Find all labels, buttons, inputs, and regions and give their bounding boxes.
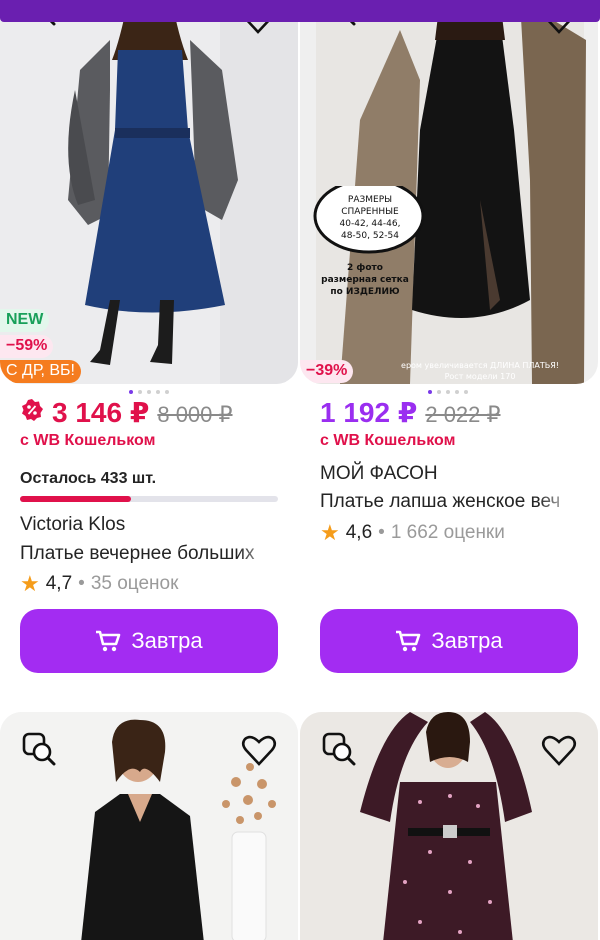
heart-icon[interactable] — [241, 732, 277, 768]
badge-discount: −39% — [300, 360, 354, 383]
star-icon: ★ — [20, 571, 40, 596]
caption-line: 2 фото — [347, 263, 383, 273]
photo-caption: РАЗМЕРЫ СПАРЕННЫЕ 40-42, 44-46, 48-50, 5… — [320, 194, 420, 242]
pagination-dot — [165, 390, 169, 394]
pagination-dot — [129, 390, 133, 394]
pagination-dot — [428, 390, 432, 394]
stock-progress-fill — [20, 496, 131, 502]
brand-name[interactable]: Victoria Klos — [20, 514, 125, 536]
caption-line: 48-50, 52-54 — [340, 231, 400, 241]
product-card[interactable] — [0, 712, 298, 940]
wallet-note: с WB Кошельком — [20, 432, 156, 449]
badge-promo: С ДР, ВБ! — [0, 360, 81, 383]
heart-icon[interactable] — [541, 732, 577, 768]
search-similar-icon[interactable] — [22, 732, 58, 768]
photo-footer: ером увеличивается ДЛИНА ПЛАТЬЯ! Рост мо… — [370, 360, 590, 382]
pagination-dot — [147, 390, 151, 394]
add-to-cart-button[interactable]: Завтра — [320, 609, 578, 673]
pagination-dot — [156, 390, 160, 394]
badge-discount: −59% — [0, 335, 54, 358]
discount-icon — [22, 399, 43, 421]
price: 1 192 ₽ — [320, 397, 418, 428]
price-row: 1 192 ₽ 2 022 ₽ — [320, 396, 501, 429]
price: 3 146 ₽ — [52, 397, 150, 428]
rating: ★ 4,7 • 35 оценок — [20, 571, 178, 597]
image-pagination — [428, 390, 468, 394]
old-price: 2 022 ₽ — [425, 402, 501, 427]
pagination-dot — [437, 390, 441, 394]
product-card[interactable]: РАЗМЕРЫ СПАРЕННЫЕ 40-42, 44-46, 48-50, 5… — [300, 0, 600, 690]
product-name[interactable]: Платье вечернее больших — [20, 543, 278, 565]
add-to-cart-button[interactable]: Завтра — [20, 609, 278, 673]
badge-new: NEW — [0, 309, 50, 332]
price-row: 3 146 ₽ 8 000 ₽ — [20, 396, 233, 429]
cart-label: Завтра — [431, 628, 503, 653]
stock-progress — [20, 496, 278, 502]
caption-line: СПАРЕННЫЕ — [341, 207, 399, 217]
photo-caption-2: 2 фото размерная сетка по ИЗДЕЛИЮ — [316, 262, 414, 298]
cart-label: Завтра — [131, 628, 203, 653]
wallet-note: с WB Кошельком — [320, 432, 456, 449]
caption-line: ером увеличивается ДЛИНА ПЛАТЬЯ! — [401, 361, 559, 370]
rating-separator: • — [78, 573, 85, 594]
caption-line: размерная сетка — [321, 275, 409, 285]
old-price: 8 000 ₽ — [157, 402, 233, 427]
pagination-dot — [446, 390, 450, 394]
search-similar-icon[interactable] — [322, 732, 358, 768]
product-image[interactable] — [0, 712, 298, 940]
product-image[interactable]: NEW −59% С ДР, ВБ! — [0, 0, 298, 384]
rating-separator: • — [378, 522, 385, 543]
caption-line: 40-42, 44-46, — [339, 219, 401, 229]
product-name[interactable]: Платье лапша женское веч — [320, 491, 578, 513]
star-icon: ★ — [320, 520, 340, 545]
pagination-dot — [455, 390, 459, 394]
product-image[interactable] — [300, 712, 598, 940]
rating: ★ 4,6 • 1 662 оценки — [320, 520, 505, 546]
pagination-dot — [138, 390, 142, 394]
product-image[interactable]: РАЗМЕРЫ СПАРЕННЫЕ 40-42, 44-46, 48-50, 5… — [300, 0, 598, 384]
image-pagination — [129, 390, 169, 394]
brand-name[interactable]: МОЙ ФАСОН — [320, 463, 438, 485]
reviews-count[interactable]: 1 662 оценки — [391, 522, 505, 544]
reviews-count[interactable]: 35 оценок — [91, 573, 179, 595]
product-card[interactable]: NEW −59% С ДР, ВБ! 3 146 ₽ 8 000 ₽ с WB … — [0, 0, 298, 690]
caption-line: РАЗМЕРЫ — [347, 195, 393, 205]
rating-value: 4,6 — [345, 522, 373, 543]
stock-left: Осталось 433 шт. — [20, 470, 157, 487]
cart-icon — [396, 630, 421, 652]
caption-line: Рост модели 170 — [444, 372, 516, 381]
cart-icon — [96, 630, 121, 652]
caption-line: по ИЗДЕЛИЮ — [330, 287, 400, 297]
pagination-dot — [464, 390, 468, 394]
top-app-bar — [0, 0, 600, 22]
rating-value: 4,7 — [45, 573, 73, 594]
product-card[interactable] — [300, 712, 600, 940]
